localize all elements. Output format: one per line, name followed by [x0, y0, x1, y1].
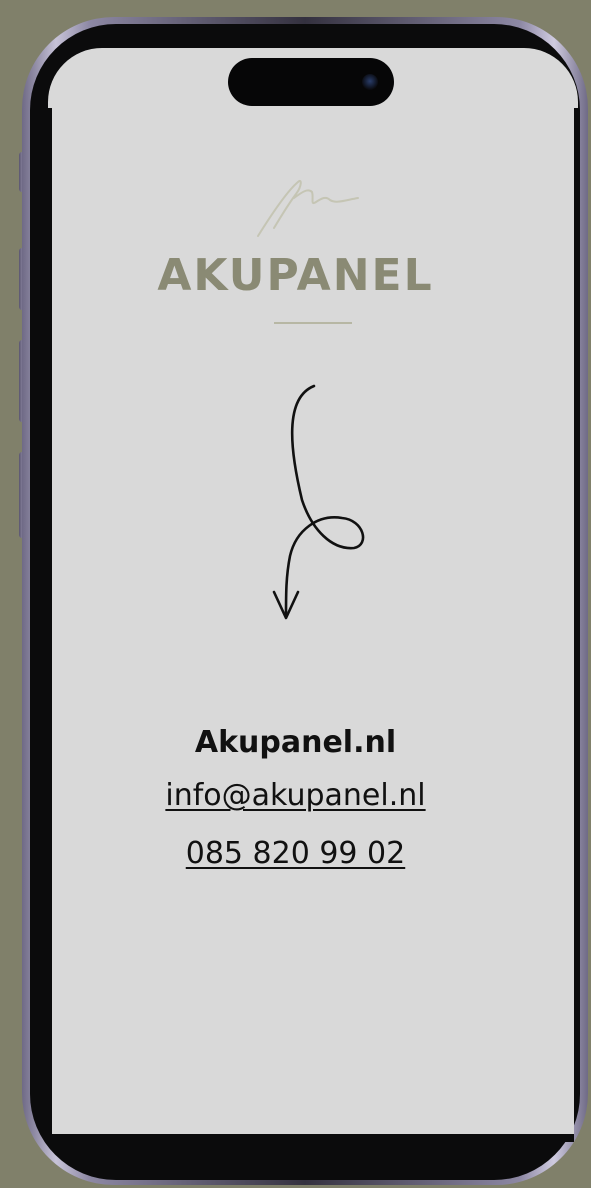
- brand-divider: [274, 322, 352, 324]
- signature-icon: [257, 180, 359, 237]
- curly-arrow-down-icon: [272, 384, 365, 620]
- screen-bottom-bezel: [52, 1134, 574, 1142]
- brand-logo-text: AKUPANEL: [157, 250, 434, 301]
- email-link[interactable]: info@akupanel.nl: [0, 778, 591, 813]
- camera-icon: [362, 74, 378, 90]
- site-name: Akupanel.nl: [194, 725, 397, 760]
- phone-link[interactable]: 085 820 99 02: [0, 836, 591, 871]
